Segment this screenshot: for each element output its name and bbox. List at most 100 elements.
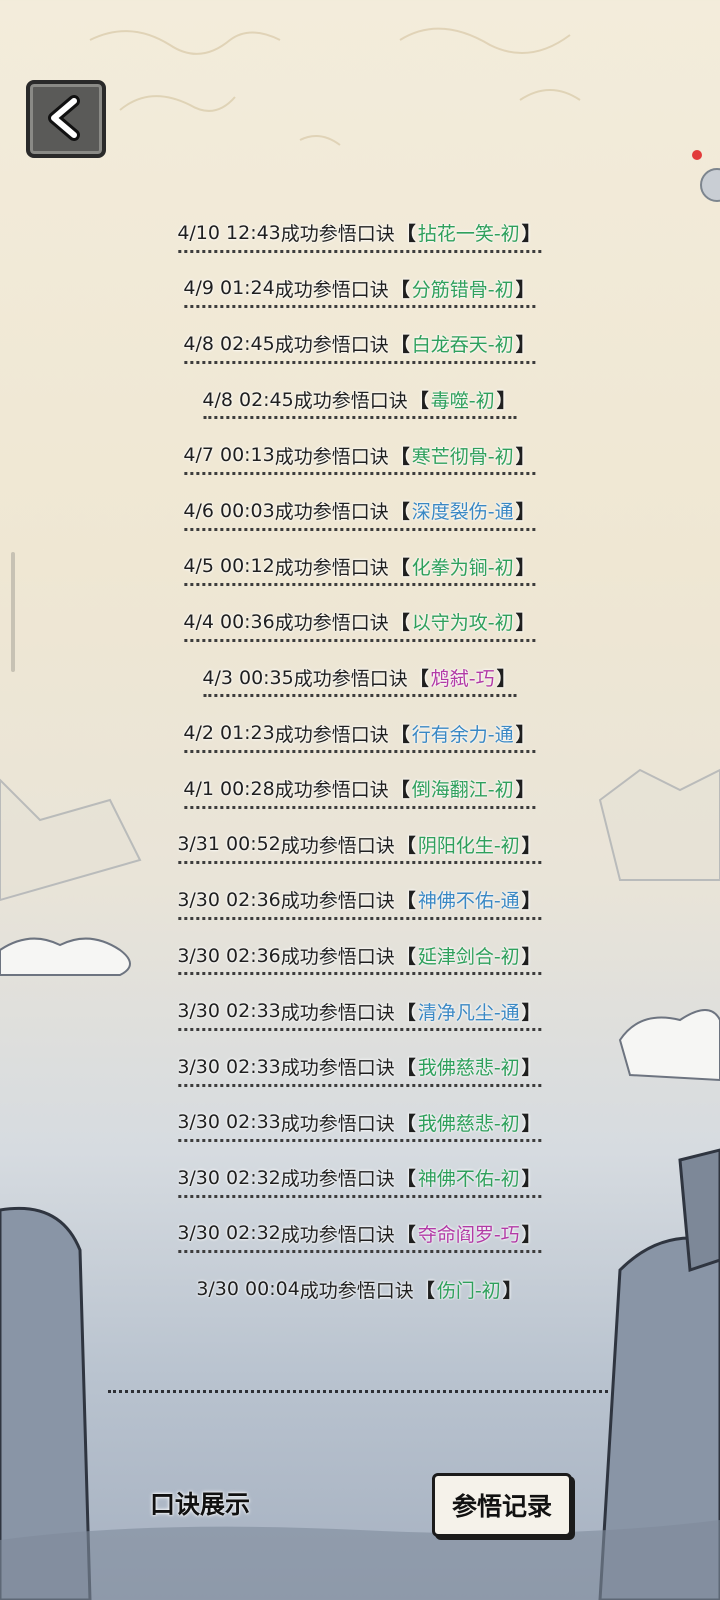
record-action: 成功参悟口诀 <box>274 278 389 301</box>
record-time: 4/3 00:35 <box>202 666 294 689</box>
list-item: 4/9 01:24 成功参悟口诀【分筋错骨-初】 <box>110 261 610 317</box>
record-skill: 行有余力-通 <box>411 723 514 746</box>
record-action: 成功参悟口诀 <box>274 556 389 579</box>
record-action: 成功参悟口诀 <box>280 1112 395 1135</box>
record-action: 成功参悟口诀 <box>280 1168 395 1191</box>
bracket-open: 【 <box>396 946 416 969</box>
row-divider <box>184 360 536 364</box>
record-time: 4/10 12:43 <box>177 221 281 244</box>
row-divider <box>178 916 542 920</box>
record-time: 3/30 02:33 <box>177 1000 281 1023</box>
bracket-close: 】 <box>521 1057 541 1080</box>
record-skill: 倒海翻江-初 <box>411 779 514 802</box>
list-item: 4/8 02:45 成功参悟口诀【白龙吞天-初】 <box>110 316 610 372</box>
bracket-open: 【 <box>396 1001 416 1024</box>
record-time: 4/8 02:45 <box>202 388 294 411</box>
record-skill: 我佛慈悲-初 <box>417 1112 520 1135</box>
bracket-close: 】 <box>521 1112 541 1135</box>
bracket-open: 【 <box>390 556 410 579</box>
record-list[interactable]: 4/10 12:43 成功参悟口诀【拈花一笑-初】 4/9 01:24 成功参悟口诀【… <box>110 205 610 1300</box>
record-time: 4/2 01:23 <box>183 722 275 745</box>
list-item: 3/30 02:33 成功参悟口诀【我佛慈悲-初】 <box>110 1095 610 1151</box>
record-action: 成功参悟口诀 <box>280 890 395 913</box>
record-time: 3/30 02:32 <box>177 1222 281 1245</box>
record-time: 3/30 02:36 <box>177 888 281 911</box>
bracket-close: 】 <box>521 946 541 969</box>
row-divider <box>184 638 536 642</box>
bracket-close: 】 <box>521 223 541 246</box>
bracket-open: 【 <box>396 1223 416 1246</box>
record-skill: 伤门-初 <box>436 1279 501 1300</box>
record-action: 成功参悟口诀 <box>274 501 389 524</box>
row-divider <box>184 305 536 309</box>
list-item: 4/10 12:43 成功参悟口诀【拈花一笑-初】 <box>110 205 610 261</box>
back-button[interactable] <box>26 80 106 158</box>
notification-dot <box>692 150 702 160</box>
list-item: 3/30 02:36 成功参悟口诀【延津剑合-初】 <box>110 928 610 984</box>
list-item: 3/30 02:32 成功参悟口诀【夺命阎罗-巧】 <box>110 1206 610 1262</box>
record-skill: 阴阳化生-初 <box>417 834 520 857</box>
tab-skill-display[interactable]: 口诀展示 <box>150 1485 250 1521</box>
list-item: 4/5 00:12 成功参悟口诀【化拳为锏-初】 <box>110 539 610 595</box>
scroll-indicator[interactable] <box>11 552 15 672</box>
chevron-left-icon <box>48 95 80 141</box>
row-divider <box>184 749 536 753</box>
record-skill: 拈花一笑-初 <box>417 223 520 246</box>
bracket-open: 【 <box>390 278 410 301</box>
record-skill: 夺命阎罗-巧 <box>417 1223 520 1246</box>
bracket-close: 】 <box>521 834 541 857</box>
record-skill: 神佛不佑-初 <box>417 1168 520 1191</box>
row-divider <box>203 416 517 420</box>
record-action: 成功参悟口诀 <box>280 834 395 857</box>
bracket-close: 】 <box>521 890 541 913</box>
row-divider <box>184 471 536 475</box>
bracket-close: 】 <box>515 445 535 468</box>
record-skill: 深度裂伤-通 <box>411 501 514 524</box>
list-item: 3/30 02:33 成功参悟口诀【我佛慈悲-初】 <box>110 1039 610 1095</box>
row-divider <box>184 805 536 809</box>
record-action: 成功参悟口诀 <box>280 1001 395 1024</box>
row-divider <box>184 527 536 531</box>
record-time: 4/1 00:28 <box>183 777 275 800</box>
bracket-open: 【 <box>390 334 410 357</box>
list-item: 3/30 02:32 成功参悟口诀【神佛不佑-初】 <box>110 1150 610 1206</box>
record-skill: 以守为攻-初 <box>411 612 514 635</box>
record-action: 成功参悟口诀 <box>280 223 395 246</box>
bracket-close: 】 <box>515 612 535 635</box>
record-action: 成功参悟口诀 <box>293 668 408 691</box>
bracket-open: 【 <box>396 223 416 246</box>
bracket-open: 【 <box>415 1279 435 1300</box>
record-time: 4/5 00:12 <box>183 555 275 578</box>
list-item: 4/8 02:45 成功参悟口诀【毒噬-初】 <box>110 372 610 428</box>
record-skill: 我佛慈悲-初 <box>417 1057 520 1080</box>
bracket-open: 【 <box>409 668 429 691</box>
bracket-close: 】 <box>515 278 535 301</box>
list-item: 4/3 00:35 成功参悟口诀【鸩弑-巧】 <box>110 650 610 706</box>
record-action: 成功参悟口诀 <box>274 445 389 468</box>
row-divider <box>178 1194 542 1198</box>
record-time: 4/8 02:45 <box>183 332 275 355</box>
row-divider <box>203 694 517 698</box>
list-item: 3/30 02:36 成功参悟口诀【神佛不佑-通】 <box>110 872 610 928</box>
record-skill: 延津剑合-初 <box>417 946 520 969</box>
row-divider <box>178 1083 542 1087</box>
row-divider <box>178 1139 542 1143</box>
row-divider <box>178 1250 542 1254</box>
list-item: 4/7 00:13 成功参悟口诀【寒芒彻骨-初】 <box>110 427 610 483</box>
bracket-close: 】 <box>515 501 535 524</box>
row-divider <box>178 972 542 976</box>
bracket-open: 【 <box>390 723 410 746</box>
record-time: 4/6 00:03 <box>183 499 275 522</box>
bracket-close: 】 <box>515 779 535 802</box>
record-action: 成功参悟口诀 <box>280 1223 395 1246</box>
list-item: 4/6 00:03 成功参悟口诀【深度裂伤-通】 <box>110 483 610 539</box>
tab-comprehension-records[interactable]: 参悟记录 <box>432 1473 572 1537</box>
record-skill: 分筋错骨-初 <box>411 278 514 301</box>
bracket-open: 【 <box>396 834 416 857</box>
record-time: 3/30 00:04 <box>196 1278 300 1300</box>
row-divider <box>178 861 542 865</box>
row-divider <box>178 1027 542 1031</box>
record-time: 3/30 02:33 <box>177 1055 281 1078</box>
bracket-close: 】 <box>521 1001 541 1024</box>
record-action: 成功参悟口诀 <box>274 779 389 802</box>
